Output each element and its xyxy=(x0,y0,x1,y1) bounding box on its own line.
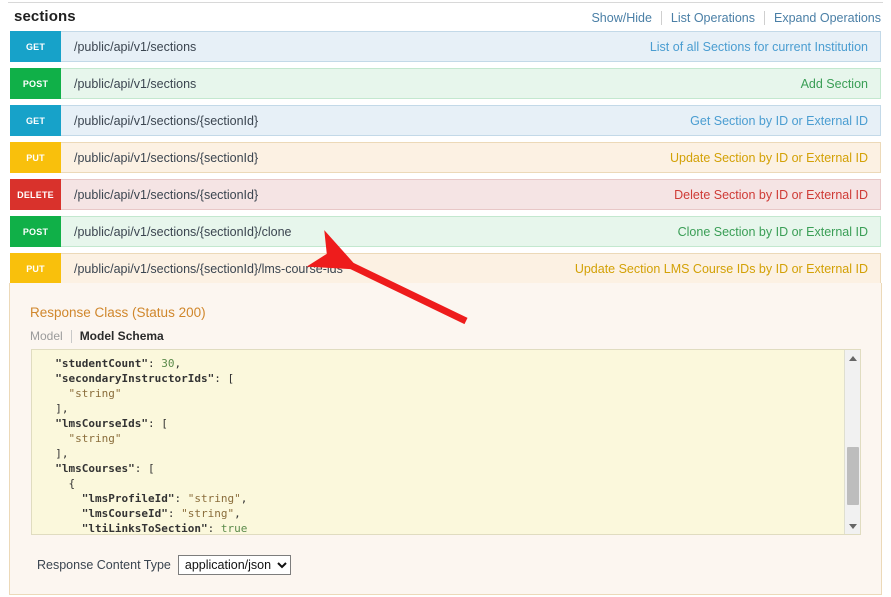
operation-summary[interactable]: /public/api/v1/sections/{sectionId}/clon… xyxy=(61,216,881,247)
method-badge-post: POST xyxy=(10,216,61,247)
top-divider xyxy=(8,2,883,3)
operation-row[interactable]: GET/public/api/v1/sections List of all Se… xyxy=(9,30,882,63)
response-content-type-row: Response Content Type application/json xyxy=(37,555,291,575)
operation-description: Clone Section by ID or External ID xyxy=(677,224,868,239)
model-schema-code-block: "studentCount": 30, "secondaryInstructor… xyxy=(31,349,861,535)
operation-row[interactable]: PUT/public/api/v1/sections/{sectionId}/l… xyxy=(9,252,882,285)
operation-path: /public/api/v1/sections/{sectionId} xyxy=(74,150,259,165)
scroll-down-arrow-icon[interactable] xyxy=(845,518,860,534)
operation-row[interactable]: POST/public/api/v1/sections/{sectionId}/… xyxy=(9,215,882,248)
method-badge-put: PUT xyxy=(10,142,61,173)
page-title: sections xyxy=(14,8,76,25)
operation-summary[interactable]: /public/api/v1/sections/{sectionId} Updat… xyxy=(61,142,881,173)
operation-description: List of all Sections for current Institu… xyxy=(649,39,868,54)
operation-row[interactable]: POST/public/api/v1/sections Add Section xyxy=(9,67,882,100)
operation-path: /public/api/v1/sections/{sectionId}/lms-… xyxy=(74,261,343,276)
list-operations-link[interactable]: List Operations xyxy=(662,11,764,25)
expand-operations-link[interactable]: Expand Operations xyxy=(765,11,882,25)
operation-description: Update Section LMS Course IDs by ID or E… xyxy=(574,261,868,276)
method-badge-delete: DELETE xyxy=(10,179,61,210)
show-hide-link[interactable]: Show/Hide xyxy=(582,11,660,25)
operation-path: /public/api/v1/sections/{sectionId} xyxy=(74,113,259,128)
tab-model-schema[interactable]: Model Schema xyxy=(72,329,164,343)
operation-row[interactable]: PUT/public/api/v1/sections/{sectionId} Up… xyxy=(9,141,882,174)
operation-path: /public/api/v1/sections xyxy=(74,76,197,91)
response-content-type-label: Response Content Type xyxy=(37,558,171,572)
operation-description: Delete Section by ID or External ID xyxy=(674,187,868,202)
operation-summary[interactable]: /public/api/v1/sections/{sectionId}/lms-… xyxy=(61,253,881,284)
schema-code-text: "studentCount": 30, "secondaryInstructor… xyxy=(55,357,248,534)
code-scrollbar[interactable] xyxy=(844,350,860,534)
response-class-title: Response Class (Status 200) xyxy=(30,305,206,320)
tab-model[interactable]: Model xyxy=(30,329,71,343)
method-badge-get: GET xyxy=(10,31,61,62)
operations-list: GET/public/api/v1/sections List of all Se… xyxy=(9,30,882,285)
operation-description: Add Section xyxy=(800,76,868,91)
method-badge-put: PUT xyxy=(10,253,61,284)
operation-summary[interactable]: /public/api/v1/sections List of all Secti… xyxy=(61,31,881,62)
operation-summary[interactable]: /public/api/v1/sections/{sectionId} Delet… xyxy=(61,179,881,210)
operation-path: /public/api/v1/sections xyxy=(74,39,197,54)
method-badge-post: POST xyxy=(10,68,61,99)
operation-description: Update Section by ID or External ID xyxy=(669,150,868,165)
resource-header: sections Show/Hide List Operations Expan… xyxy=(9,8,882,32)
operation-row[interactable]: GET/public/api/v1/sections/{sectionId} Ge… xyxy=(9,104,882,137)
code-scroll-viewport: "studentCount": 30, "secondaryInstructor… xyxy=(32,350,844,534)
operation-path: /public/api/v1/sections/{sectionId}/clon… xyxy=(74,224,292,239)
operation-path: /public/api/v1/sections/{sectionId} xyxy=(74,187,259,202)
swagger-ui-page: sections Show/Hide List Operations Expan… xyxy=(0,0,891,597)
method-badge-get: GET xyxy=(10,105,61,136)
operation-summary[interactable]: /public/api/v1/sections Add Section xyxy=(61,68,881,99)
operation-description: Get Section by ID or External ID xyxy=(690,113,868,128)
operation-expanded-panel: Response Class (Status 200) Model Model … xyxy=(9,283,882,595)
scrollbar-thumb[interactable] xyxy=(847,447,859,505)
resource-options: Show/Hide List Operations Expand Operati… xyxy=(582,11,882,25)
operation-summary[interactable]: /public/api/v1/sections/{sectionId} Get S… xyxy=(61,105,881,136)
operation-row[interactable]: DELETE/public/api/v1/sections/{sectionId… xyxy=(9,178,882,211)
schema-tabs: Model Model Schema xyxy=(30,329,164,343)
scroll-up-arrow-icon[interactable] xyxy=(845,350,860,366)
response-content-type-select[interactable]: application/json xyxy=(177,555,291,575)
